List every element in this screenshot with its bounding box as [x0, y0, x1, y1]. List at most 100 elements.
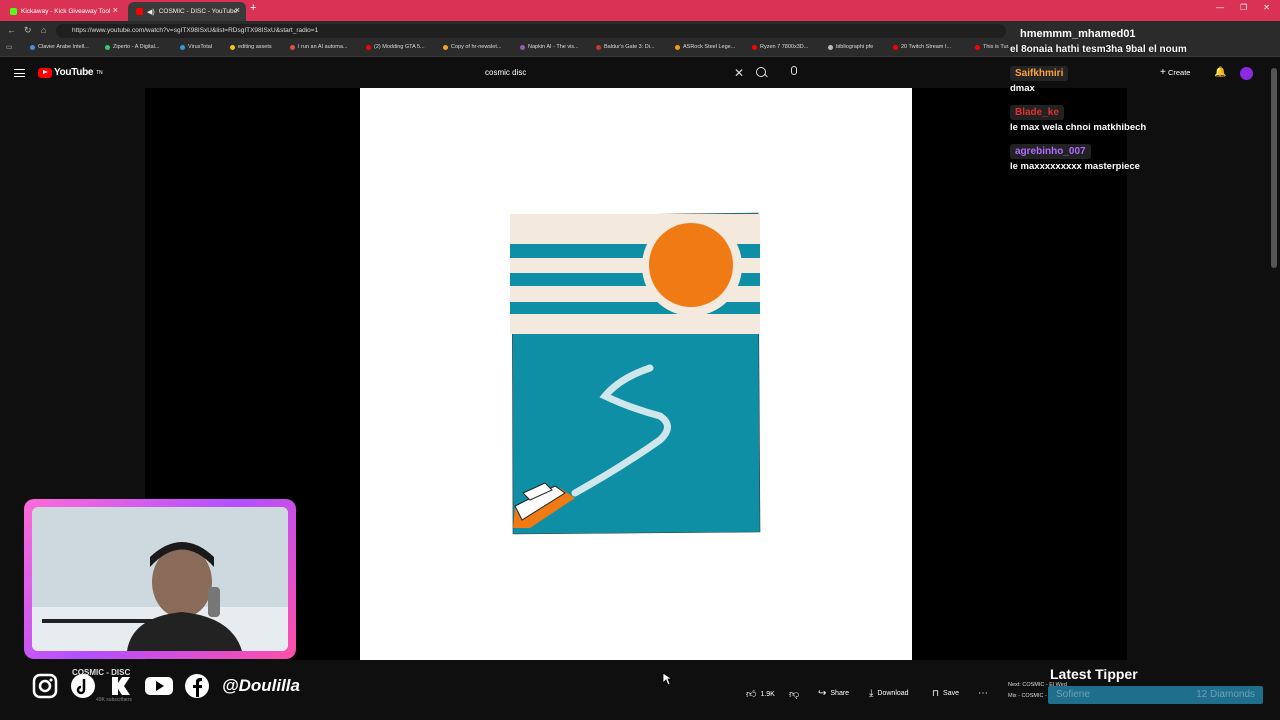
search-input[interactable]: cosmic disc ✕: [475, 63, 750, 83]
youtube-play-icon: [38, 67, 52, 78]
video-frame-artwork[interactable]: [360, 88, 912, 660]
tab-youtube[interactable]: ◀) COSMIC - DISC - YouTube ×: [128, 2, 246, 21]
bookmark-item[interactable]: Napkin AI - The vis...: [520, 44, 579, 50]
bookmark-favicon-icon: [230, 44, 235, 50]
download-icon: ⤓: [869, 688, 874, 699]
share-icon: ↪: [818, 688, 827, 699]
like-count: 1.9K: [760, 690, 775, 698]
bookmark-label: Ziperto - A Digital...: [113, 44, 160, 50]
bookmark-label: This is Tur...: [983, 44, 1013, 50]
share-label: Share: [830, 690, 850, 697]
bookmark-item[interactable]: bibliographi pfe: [828, 44, 873, 50]
save-button[interactable]: ⊓ Save: [932, 688, 959, 699]
bookmark-item[interactable]: 20 Twitch Stream I...: [893, 44, 951, 50]
youtube-social-icon: [144, 671, 174, 701]
logo-text: YouTube: [54, 67, 94, 78]
chat-username: Saifkhmiri: [1010, 66, 1069, 81]
instagram-icon: [30, 671, 60, 701]
bookmark-item[interactable]: Ziperto - A Digital...: [105, 44, 159, 50]
bookmark-label: 20 Twitch Stream I...: [901, 44, 952, 50]
chat-message: le max wela chnoi matkhibech: [1010, 122, 1147, 133]
restore-icon[interactable]: ❐: [1240, 3, 1247, 12]
bookmark-label: Copy of hr-newslet...: [451, 44, 502, 50]
mic-icon[interactable]: [791, 66, 797, 75]
bookmark-label: (2) Modding GTA 5...: [374, 44, 425, 50]
more-actions-button[interactable]: ⋯: [978, 688, 988, 699]
minimize-icon[interactable]: —: [1216, 3, 1224, 12]
save-label: Save: [943, 690, 959, 697]
bookmark-label: Napkin AI - The vis...: [528, 44, 579, 50]
stream-chat-overlay: hmemmm_mhamed01 el 8onaia hathi tesm3ha …: [1010, 22, 1278, 172]
bookmark-favicon-icon: [105, 44, 110, 50]
bookmark-item[interactable]: Ryzen 7 7800x3D...: [752, 44, 808, 50]
bookmark-item[interactable]: (2) Modding GTA 5...: [366, 44, 425, 50]
bookmark-favicon-icon: [30, 44, 35, 50]
webcam-feed: [32, 507, 288, 651]
bookmark-item[interactable]: This is Tur...: [975, 44, 1013, 50]
window-controls: — ❐ ✕: [1216, 3, 1270, 12]
bookmark-item[interactable]: ASRock Steel Lege...: [675, 44, 735, 50]
bookmark-label: Clavier Arabe Intell...: [38, 44, 89, 50]
tab-title: Kickaway - Kick Giveaway Tool: [21, 8, 111, 15]
download-label: Download: [877, 690, 909, 697]
bookmark-item[interactable]: I run an AI automa...: [290, 44, 348, 50]
bookmark-label: editing assets: [238, 44, 272, 50]
bookmark-label: VirusTotal: [188, 44, 213, 50]
bookmark-label: bibliographi pfe: [836, 44, 874, 50]
close-tab-icon[interactable]: ×: [235, 5, 240, 15]
close-window-icon[interactable]: ✕: [1263, 3, 1270, 12]
chat-message: el 8onaia hathi tesm3ha 9bal el noum: [1010, 44, 1187, 55]
bookmark-icon: ⊓: [932, 688, 940, 698]
bookmark-item[interactable]: Baldur's Gate 3: Di...: [596, 44, 655, 50]
bookmark-item[interactable]: Copy of hr-newslet...: [443, 44, 501, 50]
chat-username: hmemmm_mhamed01: [1020, 28, 1136, 40]
like-button[interactable]: 👍︎ 1.9K: [746, 688, 775, 700]
latest-tipper-label: Latest Tipper: [1050, 666, 1138, 682]
bookmark-label: Baldur's Gate 3: Di...: [604, 44, 655, 50]
tab-kickaway[interactable]: Kickaway - Kick Giveaway Tool ×: [2, 2, 124, 21]
tab-title: COSMIC - DISC - YouTube: [158, 8, 238, 15]
bookmark-item[interactable]: Clavier Arabe Intell...: [30, 44, 89, 50]
close-tab-icon[interactable]: ×: [113, 5, 118, 15]
more-icon: ⋯: [978, 688, 988, 699]
cosmic-disc-artwork: [510, 212, 761, 535]
url-field[interactable]: https://www.youtube.com/watch?v=sgITX98I…: [56, 24, 1006, 38]
tipper-bar: Sofiene 12 Diamonds: [1048, 686, 1263, 704]
bookmark-favicon-icon: [975, 44, 980, 50]
youtube-icon: [136, 8, 143, 15]
chat-username: Blade_ke: [1010, 105, 1064, 120]
download-button[interactable]: ⤓ Download: [869, 688, 909, 699]
mouse-cursor-icon: [662, 672, 672, 686]
home-icon[interactable]: ⌂: [41, 25, 46, 35]
bookmark-label: Ryzen 7 7800x3D...: [760, 44, 809, 50]
search-icon[interactable]: [756, 67, 766, 77]
share-button[interactable]: ↪ Share: [818, 688, 849, 699]
new-tab-button[interactable]: +: [250, 2, 256, 14]
bookmark-favicon-icon: [893, 44, 898, 50]
dislike-button[interactable]: 👎︎: [789, 688, 799, 700]
menu-icon[interactable]: [14, 69, 25, 77]
bookmark-favicon-icon: [180, 44, 185, 50]
bookmarks-icon[interactable]: ▭: [6, 43, 13, 51]
bookmark-favicon-icon: [443, 44, 448, 50]
search-value: cosmic disc: [485, 68, 527, 77]
back-icon[interactable]: ←: [7, 25, 16, 35]
social-bar: @Doulilla: [30, 670, 300, 702]
bookmark-favicon-icon: [675, 44, 680, 50]
youtube-logo[interactable]: YouTube TN: [38, 67, 103, 78]
chat-message: dmax: [1010, 83, 1035, 94]
bookmark-favicon-icon: [752, 44, 757, 50]
speaker-icon: ◀): [147, 8, 155, 16]
reload-icon[interactable]: ↻: [24, 25, 32, 36]
bookmark-label: I run an AI automa...: [298, 44, 348, 50]
url-text: https://www.youtube.com/watch?v=sgITX98I…: [72, 27, 319, 34]
bookmark-item[interactable]: editing assets: [230, 44, 272, 50]
tipper-name: Sofiene: [1056, 689, 1090, 700]
bookmark-favicon-icon: [828, 44, 833, 50]
logo-region: TN: [96, 69, 103, 76]
clear-search-icon[interactable]: ✕: [734, 63, 744, 83]
bookmark-item[interactable]: VirusTotal: [180, 44, 212, 50]
bookmark-label: ASRock Steel Lege...: [683, 44, 736, 50]
thumbs-up-icon: 👍︎: [746, 689, 757, 700]
subscriber-count: 49K subscribers: [96, 697, 132, 703]
